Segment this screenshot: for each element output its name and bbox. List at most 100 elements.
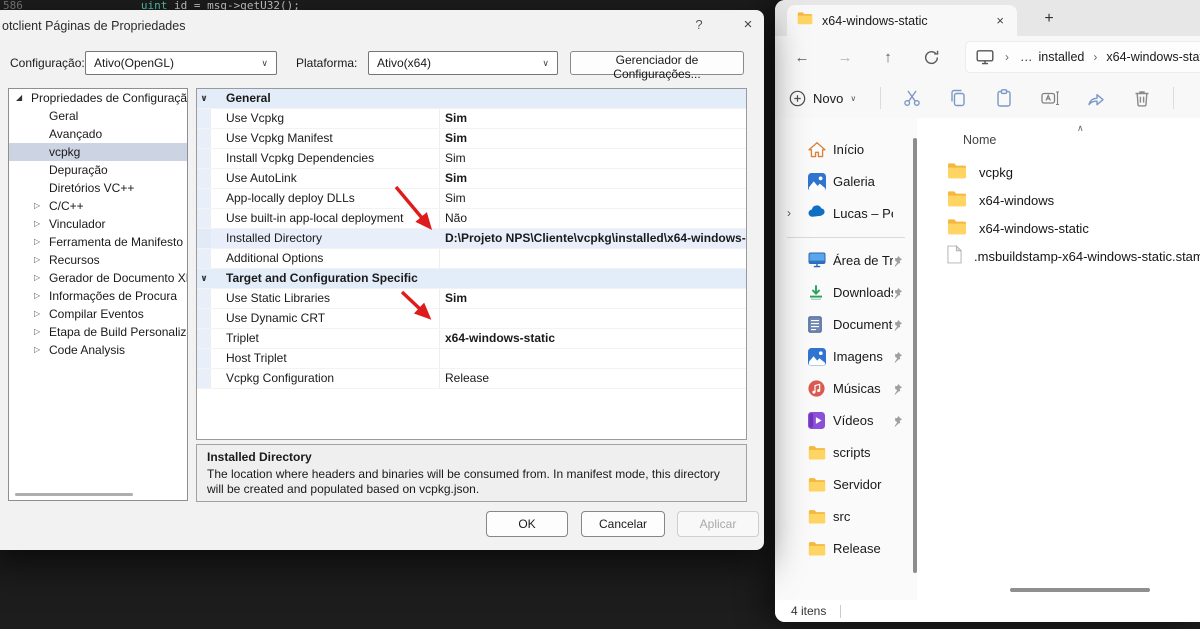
tree-item[interactable]: ▷Recursos [9,251,187,269]
tree-collapsed-icon[interactable]: ▷ [34,233,40,251]
tree-item[interactable]: vcpkg [9,143,187,161]
property-value[interactable] [440,249,746,268]
close-icon[interactable]: × [738,16,758,33]
tree-collapsed-icon[interactable]: ▷ [34,305,40,323]
tree-item[interactable]: ▷Informações de Procura [9,287,187,305]
sidebar-item[interactable]: Imagens [775,341,917,373]
sidebar-item[interactable]: Vídeos [775,405,917,437]
ok-button[interactable]: OK [486,511,568,537]
sidebar-item[interactable]: Galeria [775,166,917,198]
up-button[interactable]: ↑ [875,43,901,71]
file-row[interactable]: vcpkg [917,158,1200,186]
forward-button[interactable]: → [832,43,858,71]
property-value[interactable]: x64-windows-static [440,329,746,348]
copy-icon[interactable] [945,85,971,111]
file-row[interactable]: x64-windows-static [917,214,1200,242]
cut-icon[interactable] [899,85,925,111]
sidebar-item[interactable]: Início [775,134,917,166]
tree-item[interactable]: ▷Gerador de Documento XML [9,269,187,287]
tree-root-item[interactable]: ◢ Propriedades de Configuração [9,89,187,107]
tree-collapsed-icon[interactable]: ▷ [34,323,40,341]
apply-button[interactable]: Aplicar [677,511,759,537]
tree-item[interactable]: Geral [9,107,187,125]
rename-icon[interactable] [1037,85,1063,111]
tree-item[interactable]: ▷Compilar Eventos [9,305,187,323]
explorer-tab[interactable]: x64-windows-static × [787,5,1017,36]
column-sort-caret-icon[interactable]: ∧ [1077,123,1084,134]
grid-property-row[interactable]: Tripletx64-windows-static [197,329,746,349]
grid-property-row[interactable]: Install Vcpkg DependenciesSim [197,149,746,169]
grid-property-row[interactable]: Use AutoLinkSim [197,169,746,189]
cancel-button[interactable]: Cancelar [581,511,665,537]
section-chevron-icon[interactable]: ∨ [197,269,211,288]
grid-section-row[interactable]: ∨Target and Configuration Specific [197,269,746,289]
grid-property-row[interactable]: Use Dynamic CRT [197,309,746,329]
grid-property-row[interactable]: Vcpkg ConfigurationRelease [197,369,746,389]
property-value[interactable]: Sim [440,149,746,168]
grid-property-row[interactable]: Use Static LibrariesSim [197,289,746,309]
tree-collapsed-icon[interactable]: ▷ [34,215,40,233]
sidebar-item[interactable]: Documentos [775,309,917,341]
property-value[interactable]: Sim [440,189,746,208]
tree-item[interactable]: Avançado [9,125,187,143]
property-value[interactable]: Release [440,369,746,388]
property-value[interactable]: D:\Projeto NPS\Cliente\vcpkg\installed\x… [440,229,746,248]
sort-icon[interactable]: ↑↓ [1192,85,1200,111]
tree-item[interactable]: ▷Ferramenta de Manifesto [9,233,187,251]
share-icon[interactable] [1083,85,1109,111]
configuration-manager-button[interactable]: Gerenciador de Configurações... [570,51,744,75]
property-value[interactable]: Sim [440,129,746,148]
tree-collapsed-icon[interactable]: ▷ [34,287,40,305]
grid-property-row[interactable]: App-locally deploy DLLsSim [197,189,746,209]
sidebar-item[interactable]: Downloads [775,277,917,309]
tree-collapsed-icon[interactable]: ▷ [34,197,40,215]
property-value[interactable] [440,349,746,368]
tree-expanded-icon[interactable]: ◢ [16,89,22,107]
file-row[interactable]: .msbuildstamp-x64-windows-static.stamp [917,242,1200,270]
grid-section-row[interactable]: ∨General [197,89,746,109]
new-tab-button[interactable]: + [1037,7,1061,31]
tree-item[interactable]: Diretórios VC++ [9,179,187,197]
tree-horizontal-scrollbar[interactable] [15,493,133,496]
sidebar-item[interactable]: scripts [775,437,917,469]
property-value[interactable]: Sim [440,289,746,308]
refresh-icon[interactable] [918,43,944,71]
platform-dropdown[interactable]: Ativo(x64) ∨ [368,51,558,75]
breadcrumb-overflow[interactable]: … [1016,50,1037,64]
grid-property-row[interactable]: Use Vcpkg ManifestSim [197,129,746,149]
back-button[interactable]: ← [789,43,815,71]
grid-property-row[interactable]: Additional Options [197,249,746,269]
paste-icon[interactable] [991,85,1017,111]
new-button[interactable]: Novo ∨ [789,90,856,107]
tab-close-icon[interactable]: × [993,13,1007,28]
grid-property-row[interactable]: Host Triplet [197,349,746,369]
tree-item[interactable]: ▷Code Analysis [9,341,187,359]
property-value[interactable] [440,309,746,328]
sidebar-item[interactable]: ›Lucas – Pessoal [775,198,917,230]
horizontal-scrollbar[interactable] [1010,588,1150,592]
tree-item[interactable]: ▷C/C++ [9,197,187,215]
property-value[interactable]: Não [440,209,746,228]
file-row[interactable]: x64-windows [917,186,1200,214]
configuration-dropdown[interactable]: Ativo(OpenGL) ∨ [85,51,277,75]
grid-property-row[interactable]: Installed DirectoryD:\Projeto NPS\Client… [197,229,746,249]
tree-item[interactable]: ▷Vinculador [9,215,187,233]
address-bar[interactable]: ›…installed›x64-windows-static [965,41,1200,73]
property-value[interactable]: Sim [440,169,746,188]
tree-collapsed-icon[interactable]: ▷ [34,251,40,269]
tree-item[interactable]: ▷Etapa de Build Personalizada [9,323,187,341]
breadcrumb-item[interactable]: installed [1037,50,1087,64]
breadcrumb-item[interactable]: x64-windows-static [1104,50,1200,64]
grid-property-row[interactable]: Use built-in app-local deploymentNão [197,209,746,229]
sidebar-item[interactable]: Área de Trab [775,245,917,277]
sidebar-item[interactable]: Servidor [775,469,917,501]
section-chevron-icon[interactable]: ∨ [197,89,211,108]
delete-icon[interactable] [1129,85,1155,111]
sidebar-item[interactable]: Release [775,533,917,565]
tree-collapsed-icon[interactable]: ▷ [34,341,40,359]
grid-property-row[interactable]: Use VcpkgSim [197,109,746,129]
sidebar-item[interactable]: src [775,501,917,533]
help-icon[interactable]: ? [689,17,709,32]
column-header-name[interactable]: Nome [963,133,996,147]
sidebar-item[interactable]: Músicas [775,373,917,405]
